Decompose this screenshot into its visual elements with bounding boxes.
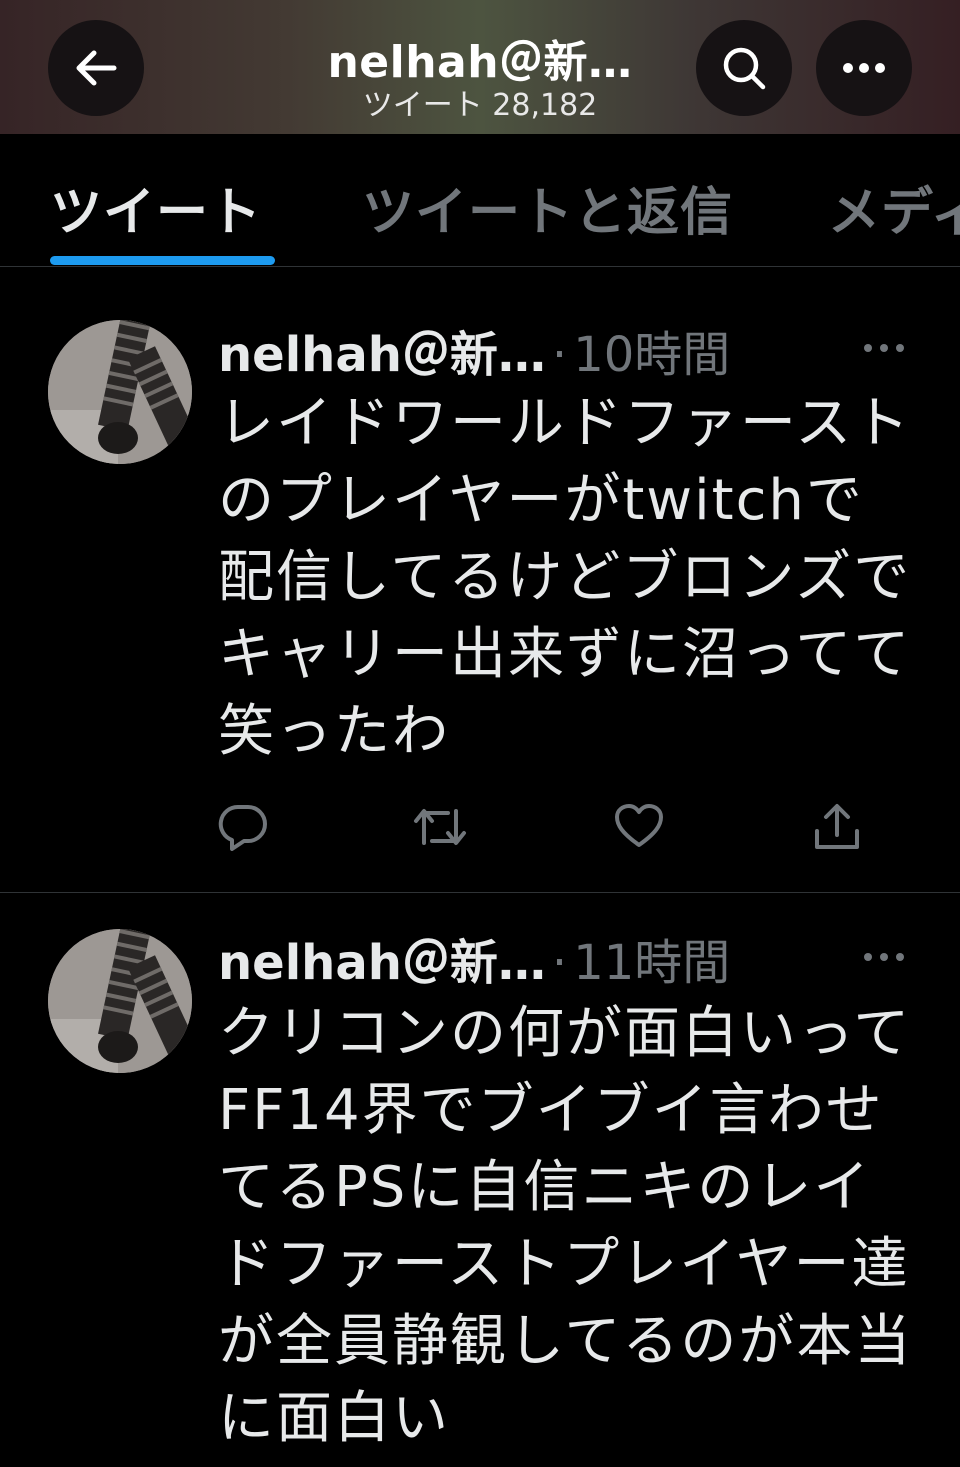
reply-icon[interactable] bbox=[218, 803, 268, 855]
like-icon[interactable] bbox=[614, 803, 664, 853]
retweet-icon[interactable] bbox=[412, 803, 468, 855]
search-button[interactable] bbox=[696, 20, 792, 116]
tweet[interactable]: nelhah＠新… · 10時間 レイドワールドファーストのプレイヤーがtwitch… bbox=[0, 267, 960, 893]
profile-tabs: ツイート ツイートと返信 メディ bbox=[0, 134, 960, 267]
tweet-meta: nelhah＠新… · 11時間 bbox=[218, 923, 730, 993]
avatar[interactable] bbox=[48, 929, 192, 1073]
meta-separator: · bbox=[551, 935, 568, 991]
more-options-button[interactable] bbox=[816, 20, 912, 116]
search-icon bbox=[720, 44, 768, 92]
meta-separator: · bbox=[551, 327, 568, 383]
timestamp[interactable]: 10時間 bbox=[573, 327, 730, 383]
tweet[interactable]: nelhah＠新… · 11時間 クリコンの何が面白いってFF14界でブイブイ言わせ… bbox=[0, 893, 960, 1467]
tab-tweets-and-replies[interactable]: ツイートと返信 bbox=[362, 170, 733, 245]
profile-header: nelhah＠新… ツイート 28,182 bbox=[0, 0, 960, 134]
tweet-text: レイドワールドファーストのプレイヤーがtwitchで配信してるけどブロンズでキャ… bbox=[218, 391, 912, 764]
tweet-more-icon[interactable] bbox=[862, 948, 906, 967]
tweet-more-icon[interactable] bbox=[862, 339, 906, 358]
share-icon[interactable] bbox=[812, 803, 862, 855]
timestamp[interactable]: 11時間 bbox=[573, 935, 730, 991]
tab-media[interactable]: メディ bbox=[828, 170, 960, 245]
avatar[interactable] bbox=[48, 320, 192, 464]
tweet-meta: nelhah＠新… · 10時間 bbox=[218, 315, 730, 385]
author-name[interactable]: nelhah＠新… bbox=[218, 327, 546, 383]
active-tab-indicator bbox=[50, 256, 275, 265]
tweet-count: ツイート 28,182 bbox=[362, 88, 598, 123]
author-name[interactable]: nelhah＠新… bbox=[218, 935, 546, 991]
back-button[interactable] bbox=[48, 20, 144, 116]
more-icon bbox=[842, 62, 886, 74]
tweet-text: クリコンの何が面白いってFF14界でブイブイ言わせてるPSに自信ニキのレイドファ… bbox=[218, 1001, 913, 1451]
back-arrow-icon bbox=[74, 48, 118, 88]
tab-tweets[interactable]: ツイート bbox=[50, 170, 262, 245]
